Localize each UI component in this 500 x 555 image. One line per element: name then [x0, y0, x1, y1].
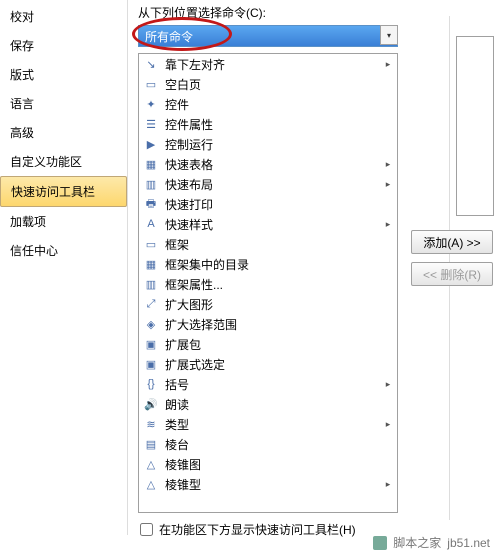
command-label: 快速布局: [165, 176, 213, 193]
command-label: 括号: [165, 376, 189, 393]
command-icon: ▶: [143, 136, 159, 152]
command-label: 控件属性: [165, 116, 213, 133]
transfer-buttons: 添加(A) >> << 删除(R): [410, 230, 494, 286]
expand-arrow-icon: ▸: [383, 59, 393, 70]
command-icon: ▭: [143, 236, 159, 252]
remove-button[interactable]: << 删除(R): [411, 262, 493, 286]
command-label: 框架属性...: [165, 276, 223, 293]
command-item[interactable]: ☰ 控件属性: [139, 114, 397, 134]
command-icon: △: [143, 456, 159, 472]
sidebar-item-proofing[interactable]: 校对: [0, 2, 127, 31]
commands-listbox[interactable]: ↘ 靠下左对齐 ▸ ▭ 空白页 ✦ 控件 ☰ 控件属性 ▶ 控制运行 ▦ 快速表格 ▸ ▥ 快速布局 ▸ 🖶 快速打…: [138, 53, 398, 513]
dropdown-value: 所有命令: [145, 28, 193, 45]
sidebar-item-save[interactable]: 保存: [0, 31, 127, 60]
command-label: 朗读: [165, 396, 189, 413]
show-below-ribbon-label: 在功能区下方显示快速访问工具栏(H): [159, 521, 356, 538]
choose-commands-label: 从下列位置选择命令(C):: [138, 4, 494, 21]
sidebar-item-customize-ribbon[interactable]: 自定义功能区: [0, 147, 127, 176]
command-item[interactable]: ▥ 快速布局 ▸: [139, 174, 397, 194]
command-label: 扩大图形: [165, 296, 213, 313]
command-icon: ▥: [143, 176, 159, 192]
command-icon: ✦: [143, 96, 159, 112]
command-icon: {}: [143, 376, 159, 392]
expand-arrow-icon: ▸: [383, 179, 393, 190]
command-item[interactable]: ▭ 空白页: [139, 74, 397, 94]
command-icon: A: [143, 216, 159, 232]
command-label: 框架集中的目录: [165, 256, 249, 273]
command-item[interactable]: ≋ 类型 ▸: [139, 414, 397, 434]
sidebar-item-language[interactable]: 语言: [0, 89, 127, 118]
command-icon: ▦: [143, 256, 159, 272]
command-label: 扩大选择范围: [165, 316, 237, 333]
command-item[interactable]: △ 棱锥型 ▸: [139, 474, 397, 494]
command-label: 快速样式: [165, 216, 213, 233]
command-item[interactable]: ▦ 快速表格 ▸: [139, 154, 397, 174]
category-sidebar: 校对 保存 版式 语言 高级 自定义功能区 快速访问工具栏 加载项 信任中心: [0, 0, 128, 535]
command-icon: ↘: [143, 56, 159, 72]
command-item[interactable]: ▣ 扩展式选定: [139, 354, 397, 374]
command-label: 控件: [165, 96, 189, 113]
command-label: 棱锥型: [165, 476, 201, 493]
command-item[interactable]: ✦ 控件: [139, 94, 397, 114]
main-panel: 从下列位置选择命令(C): 所有命令 ▾ ↘ 靠下左对齐 ▸ ▭ 空白页 ✦ 控件 ☰ 控件属性…: [128, 0, 500, 535]
expand-arrow-icon: ▸: [383, 419, 393, 430]
command-item[interactable]: ↘ 靠下左对齐 ▸: [139, 54, 397, 74]
command-label: 扩展包: [165, 336, 201, 353]
command-item[interactable]: ◈ 扩大选择范围: [139, 314, 397, 334]
command-icon: ≋: [143, 416, 159, 432]
command-label: 靠下左对齐: [165, 56, 225, 73]
command-item[interactable]: ▭ 框架: [139, 234, 397, 254]
command-label: 空白页: [165, 76, 201, 93]
command-icon: ▦: [143, 156, 159, 172]
expand-arrow-icon: ▸: [383, 479, 393, 490]
command-label: 棱锥图: [165, 456, 201, 473]
command-item[interactable]: ▣ 扩展包: [139, 334, 397, 354]
commands-source-dropdown[interactable]: 所有命令: [138, 25, 398, 47]
sidebar-item-quick-access-toolbar[interactable]: 快速访问工具栏: [0, 176, 127, 207]
selected-commands-listbox[interactable]: [456, 36, 494, 216]
command-label: 快速表格: [165, 156, 213, 173]
command-item[interactable]: ⤢ 扩大图形: [139, 294, 397, 314]
command-label: 快速打印: [165, 196, 213, 213]
command-icon: ▣: [143, 336, 159, 352]
site-url: jb51.net: [447, 536, 490, 550]
command-item[interactable]: ▤ 棱台: [139, 434, 397, 454]
chevron-down-icon[interactable]: ▾: [380, 25, 398, 45]
sidebar-item-trust-center[interactable]: 信任中心: [0, 236, 127, 265]
expand-arrow-icon: ▸: [383, 379, 393, 390]
command-icon: 🖶: [143, 196, 159, 212]
expand-arrow-icon: ▸: [383, 159, 393, 170]
show-below-ribbon-checkbox[interactable]: [140, 523, 153, 536]
site-logo-icon: [373, 536, 387, 550]
watermark: 脚本之家 jb51.net: [373, 534, 490, 551]
command-label: 扩展式选定: [165, 356, 225, 373]
command-icon: ▭: [143, 76, 159, 92]
command-item[interactable]: ▶ 控制运行: [139, 134, 397, 154]
command-item[interactable]: 🖶 快速打印: [139, 194, 397, 214]
command-icon: ☰: [143, 116, 159, 132]
command-icon: 🔊: [143, 396, 159, 412]
command-icon: ▤: [143, 436, 159, 452]
command-item[interactable]: A 快速样式 ▸: [139, 214, 397, 234]
command-icon: △: [143, 476, 159, 492]
sidebar-item-advanced[interactable]: 高级: [0, 118, 127, 147]
add-button[interactable]: 添加(A) >>: [411, 230, 493, 254]
sidebar-item-layout[interactable]: 版式: [0, 60, 127, 89]
command-label: 控制运行: [165, 136, 213, 153]
command-item[interactable]: 🔊 朗读: [139, 394, 397, 414]
command-item[interactable]: ▥ 框架属性...: [139, 274, 397, 294]
command-label: 棱台: [165, 436, 189, 453]
command-icon: ▥: [143, 276, 159, 292]
command-icon: ◈: [143, 316, 159, 332]
command-item[interactable]: △ 棱锥图: [139, 454, 397, 474]
command-item[interactable]: {} 括号 ▸: [139, 374, 397, 394]
command-label: 框架: [165, 236, 189, 253]
command-icon: ⤢: [143, 296, 159, 312]
command-item[interactable]: ▦ 框架集中的目录: [139, 254, 397, 274]
sidebar-item-addins[interactable]: 加载项: [0, 207, 127, 236]
expand-arrow-icon: ▸: [383, 219, 393, 230]
command-label: 类型: [165, 416, 189, 433]
command-icon: ▣: [143, 356, 159, 372]
site-name: 脚本之家: [393, 534, 441, 551]
